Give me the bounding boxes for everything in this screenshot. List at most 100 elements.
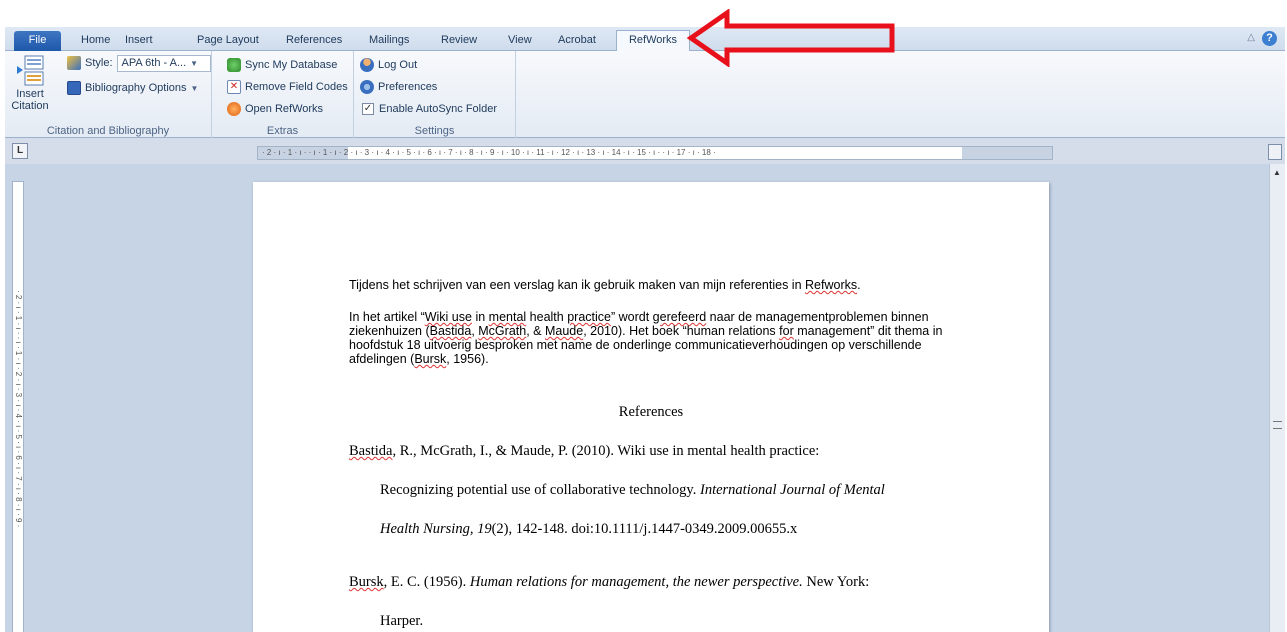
ruler-right-margin: [962, 147, 1052, 159]
tab-view[interactable]: View: [508, 34, 532, 51]
tab-acrobat[interactable]: Acrobat: [558, 34, 596, 51]
ruler-scale: · 2 · ı · 1 · ı · · ı · 1 · ı · 2 · ı · …: [262, 148, 716, 157]
tab-references[interactable]: References: [286, 34, 342, 51]
tab-review[interactable]: Review: [441, 34, 477, 51]
p2-seg: , 2010). Het boek “human relations: [583, 324, 780, 338]
style-icon: [67, 56, 81, 70]
p2-seg: In het artikel “: [349, 310, 425, 324]
ref2-line1-text: , E. C. (1956).: [383, 574, 470, 590]
bibliography-icon: [67, 81, 81, 95]
horizontal-ruler[interactable]: · 2 · ı · 1 · ı · · ı · 1 · ı · 2 · ı · …: [257, 146, 1053, 160]
ruler-row: L · 2 · ı · 1 · ı · · ı · 1 · ı · 2 · ı …: [5, 138, 1285, 164]
gear-icon: [360, 80, 374, 94]
group-citation-bibliography: Insert Citation Style: APA 6th - A... ▼ B…: [5, 51, 212, 138]
ref1-line2-text: Recognizing potential use of collaborati…: [380, 482, 700, 498]
paragraph-2[interactable]: In het artikel “Wiki use in mental healt…: [349, 310, 949, 366]
tab-file[interactable]: File: [14, 31, 61, 51]
p1-period: .: [857, 278, 861, 292]
ribbon-tab-bar: File Home Insert Page Layout References …: [5, 27, 1285, 52]
references-heading[interactable]: References: [253, 404, 1049, 421]
annotation-arrow-icon: [687, 9, 895, 67]
insert-citation-button[interactable]: Insert Citation: [10, 54, 50, 120]
chevron-down-icon: ▼: [190, 83, 199, 93]
p2-seg: , &: [526, 324, 545, 338]
ref1-line2[interactable]: Recognizing potential use of collaborati…: [380, 482, 885, 499]
group-label-settings: Settings: [414, 125, 455, 137]
p2-seg: health: [526, 310, 568, 324]
ref1-line3-text: (2), 142-148. doi:10.1111/j.1447-0349.20…: [491, 521, 798, 537]
ref2-author: Bursk: [349, 574, 384, 590]
scroll-thumb-grip[interactable]: [1273, 421, 1282, 429]
sync-icon: [227, 58, 241, 72]
open-refworks-label: Open RefWorks: [245, 103, 324, 115]
paragraph-1[interactable]: Tijdens het schrijven van een verslag ka…: [349, 278, 949, 292]
open-refworks-button[interactable]: Open RefWorks: [227, 100, 323, 118]
minimize-ribbon-icon[interactable]: △: [1247, 32, 1255, 43]
vertical-scrollbar[interactable]: ▲: [1269, 164, 1285, 632]
insert-citation-label: Insert Citation: [11, 88, 49, 112]
preferences-label: Preferences: [378, 81, 438, 93]
ref2-line2[interactable]: Harper.: [380, 613, 423, 630]
remove-field-codes-icon: ✕: [227, 80, 241, 94]
tab-insert[interactable]: Insert: [125, 34, 153, 51]
p2-seg: Maude: [544, 324, 584, 338]
style-selector[interactable]: Style: APA 6th - A... ▼: [67, 54, 211, 72]
document-page[interactable]: Tijdens het schrijven van een verslag ka…: [253, 182, 1049, 632]
group-label-citation: Citation and Bibliography: [46, 125, 170, 137]
enable-autosync-label: Enable AutoSync Folder: [379, 103, 498, 115]
help-icon[interactable]: ?: [1262, 31, 1277, 46]
ref1-line3[interactable]: Health Nursing, 19(2), 142-148. doi:10.1…: [380, 521, 797, 538]
bibliography-options-button[interactable]: Bibliography Options ▼: [67, 79, 198, 97]
group-extras: Sync My Database ✕ Remove Field Codes Op…: [212, 51, 354, 138]
p2-seg: Bastida: [429, 324, 472, 338]
ref1-author: Bastida: [349, 443, 393, 459]
log-out-label: Log Out: [378, 59, 418, 71]
ref1-journal: International Journal of Mental: [699, 482, 885, 498]
tab-mailings[interactable]: Mailings: [369, 34, 409, 51]
ref2-book-title: Human relations for management, the newe…: [469, 574, 803, 590]
remove-field-codes-label: Remove Field Codes: [245, 81, 348, 93]
p1-text: Tijdens het schrijven van een verslag ka…: [349, 278, 806, 292]
tab-home[interactable]: Home: [81, 34, 110, 51]
ref2-line1[interactable]: Bursk, E. C. (1956). Human relations for…: [349, 574, 869, 591]
tab-page-layout[interactable]: Page Layout: [197, 34, 259, 51]
p2-seg: Bursk: [414, 352, 447, 366]
ref1-journal-volume: Health Nursing, 19: [380, 521, 492, 537]
p2-seg: practice: [567, 310, 611, 324]
sync-database-label: Sync My Database: [245, 59, 338, 71]
p2-seg: gerefeerd: [652, 310, 707, 324]
document-workspace: · 2 · ı · 1 · ı · · ı · 1 · ı · 2 · ı · …: [5, 164, 1269, 632]
p2-seg: mental: [488, 310, 527, 324]
chevron-down-icon: ▼: [190, 58, 199, 68]
scroll-up-icon[interactable]: ▲: [1273, 168, 1281, 177]
p2-seg: in: [471, 310, 489, 324]
checkbox-checked-icon[interactable]: ✓: [362, 103, 374, 115]
remove-field-codes-button[interactable]: ✕ Remove Field Codes: [227, 78, 348, 96]
insert-citation-icon: [17, 55, 44, 86]
view-ruler-icon[interactable]: [1268, 144, 1282, 160]
group-settings: Log Out Preferences ✓ Enable AutoSync Fo…: [354, 51, 516, 138]
p2-seg: , 1956).: [446, 352, 489, 366]
user-icon: [360, 58, 374, 72]
tab-refworks[interactable]: RefWorks: [616, 30, 690, 52]
p2-seg: for: [779, 324, 794, 338]
style-dropdown[interactable]: APA 6th - A... ▼: [116, 54, 211, 72]
log-out-button[interactable]: Log Out: [360, 56, 417, 74]
refworks-icon: [227, 102, 241, 116]
p2-seg: Wiki use: [424, 310, 472, 324]
group-label-extras: Extras: [266, 125, 299, 137]
vertical-ruler[interactable]: · 2 · ı · 1 · ı · · ı · 1 · ı · 2 · ı · …: [12, 181, 24, 632]
p1-refworks-word: Refworks: [805, 278, 858, 292]
ribbon: Insert Citation Style: APA 6th - A... ▼ B…: [5, 51, 1285, 138]
sync-database-button[interactable]: Sync My Database: [227, 56, 337, 74]
ref1-line1-text: , R., McGrath, I., & Maude, P. (2010). W…: [392, 443, 820, 459]
ref2-publisher-place: New York:: [802, 574, 870, 590]
p2-seg: McGrath: [478, 324, 527, 338]
style-value: APA 6th - A...: [121, 56, 187, 69]
tab-selector-button[interactable]: L: [12, 143, 28, 159]
preferences-button[interactable]: Preferences: [360, 78, 437, 96]
bibliography-options-label: Bibliography Options: [85, 82, 187, 94]
enable-autosync-checkbox[interactable]: ✓ Enable AutoSync Folder: [362, 100, 497, 118]
p2-seg: ” wordt: [610, 310, 653, 324]
ref1-line1[interactable]: Bastida, R., McGrath, I., & Maude, P. (2…: [349, 443, 819, 460]
